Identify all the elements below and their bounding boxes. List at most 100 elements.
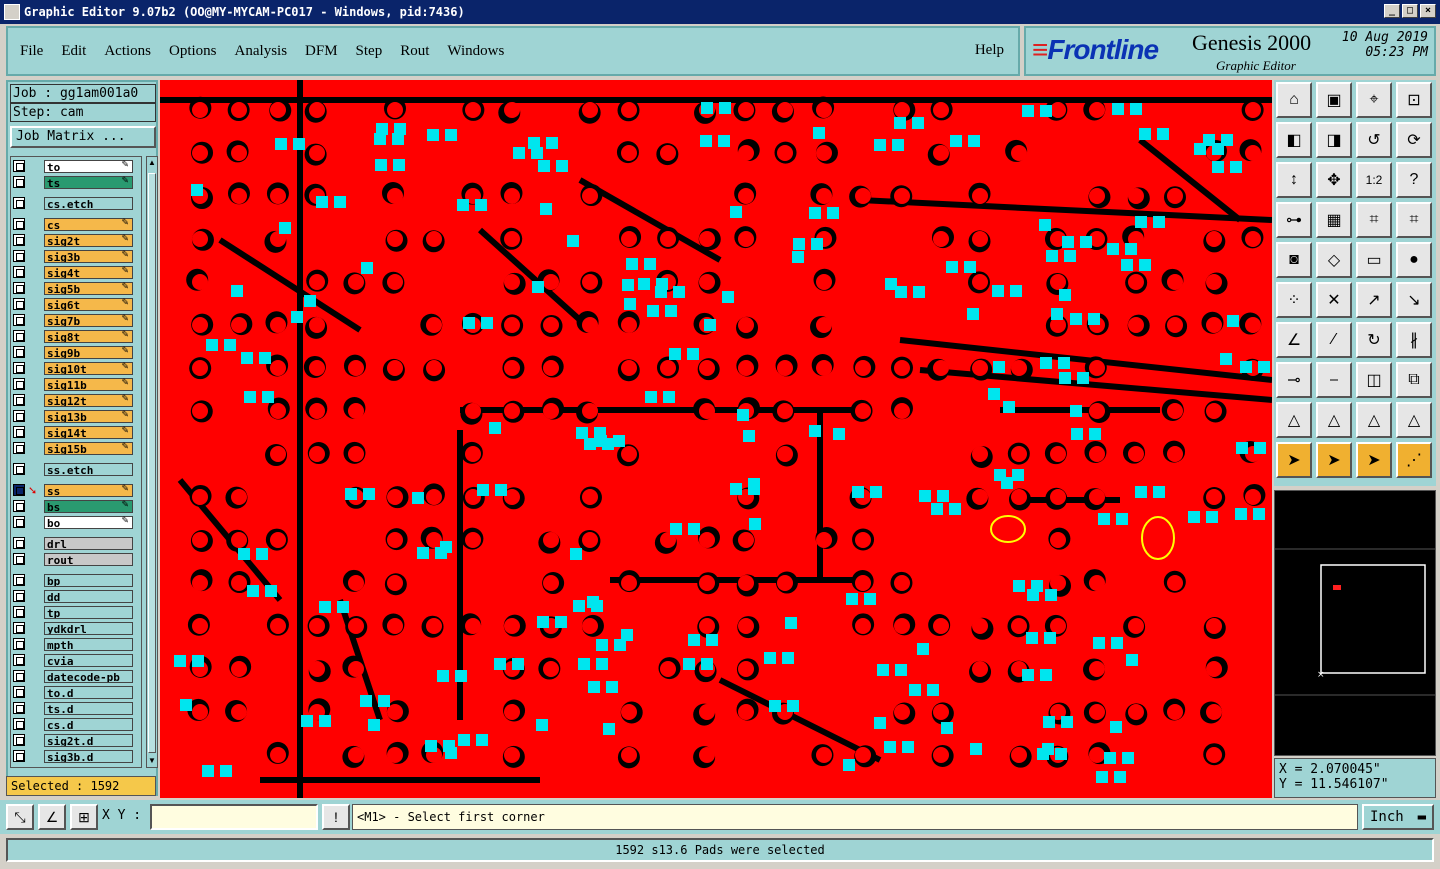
layer-row-sig3b.d[interactable]: sig3b.d: [13, 749, 133, 763]
select-window-icon[interactable]: ➤: [1316, 442, 1352, 478]
layer-name[interactable]: cs.d: [44, 717, 133, 731]
layer-name[interactable]: sig12t: [44, 393, 133, 407]
layer-name[interactable]: sig11b: [44, 377, 133, 391]
move-feature-icon[interactable]: ↘: [1396, 282, 1432, 318]
layer-checkbox[interactable]: [13, 176, 25, 188]
layer-name[interactable]: sig15b: [44, 441, 133, 455]
layer-name[interactable]: cvia: [44, 653, 133, 667]
add-feature-icon[interactable]: ↗: [1356, 282, 1392, 318]
scroll-down-icon[interactable]: ▼: [147, 755, 157, 767]
layer-checkbox[interactable]: [13, 250, 25, 262]
layer-checkbox[interactable]: [13, 160, 25, 172]
zoom-extents-icon[interactable]: ⊡: [1396, 82, 1432, 118]
layer-row-mpth[interactable]: mpth: [13, 637, 133, 651]
layer-name[interactable]: cs.etch: [44, 196, 133, 210]
break-icon[interactable]: ⊸: [1276, 362, 1312, 398]
layer-checkbox[interactable]: [13, 266, 25, 278]
layer-checkbox[interactable]: [13, 442, 25, 454]
layer-checkbox[interactable]: [13, 654, 25, 666]
zoom-home-icon[interactable]: ⌂: [1276, 82, 1312, 118]
layer-name[interactable]: datecode-pb: [44, 669, 133, 683]
layer-row-sig15b[interactable]: sig15b ✎: [13, 441, 133, 455]
layer-checkbox[interactable]: [13, 484, 25, 496]
menu-help[interactable]: Help: [975, 42, 1004, 59]
redraw-icon[interactable]: ⟳: [1396, 122, 1432, 158]
layer-checkbox[interactable]: [13, 590, 25, 602]
layer-row-ss.etch[interactable]: ss.etch: [13, 462, 133, 476]
layer-name[interactable]: sig8t: [44, 329, 133, 343]
select-lasso-icon[interactable]: ➤: [1356, 442, 1392, 478]
copy-icon[interactable]: ⧉: [1396, 362, 1432, 398]
layer-name[interactable]: sig7b: [44, 313, 133, 327]
layer-row-tp[interactable]: tp: [13, 605, 133, 619]
layer-row-sig11b[interactable]: sig11b ✎: [13, 377, 133, 391]
minimize-button[interactable]: _: [1384, 4, 1400, 18]
layer-row-ts.d[interactable]: ts.d: [13, 701, 133, 715]
layer-name[interactable]: bp: [44, 573, 133, 587]
layer-name[interactable]: mpth: [44, 637, 133, 651]
scroll-thumb[interactable]: [148, 173, 156, 753]
layer-row-sig7b[interactable]: sig7b ✎: [13, 313, 133, 327]
rotate-icon[interactable]: ↻: [1356, 322, 1392, 358]
menu-step[interactable]: Step: [356, 43, 383, 60]
help-icon[interactable]: ?: [1396, 162, 1432, 198]
layer-checkbox[interactable]: [13, 218, 25, 230]
layer-row-ss[interactable]: ➘ ss ✎: [13, 483, 133, 497]
net-icon[interactable]: ⁘: [1276, 282, 1312, 318]
layer-checkbox[interactable]: [13, 394, 25, 406]
scale-1-2-icon[interactable]: 1:2: [1356, 162, 1392, 198]
layer-name[interactable]: sig6t: [44, 297, 133, 311]
layer-name[interactable]: to.d: [44, 685, 133, 699]
layer-row-bs[interactable]: bs ✎: [13, 499, 133, 513]
pan-right-icon[interactable]: ◨: [1316, 122, 1352, 158]
layer-checkbox[interactable]: [13, 378, 25, 390]
layer-name[interactable]: sig3b.d: [44, 749, 133, 763]
snap-icon[interactable]: ✕: [1316, 282, 1352, 318]
layer-name[interactable]: ts: [44, 175, 133, 189]
layer-checkbox[interactable]: [13, 362, 25, 374]
layer-row-datecode-pb[interactable]: datecode-pb: [13, 669, 133, 683]
layer-name[interactable]: sig13b: [44, 409, 133, 423]
layer-name[interactable]: to: [44, 159, 133, 173]
menu-analysis[interactable]: Analysis: [235, 43, 288, 60]
layer-checkbox[interactable]: [13, 670, 25, 682]
layer-row-to[interactable]: to ✎: [13, 159, 133, 173]
layer-row-cs.etch[interactable]: cs.etch: [13, 196, 133, 210]
layer-checkbox[interactable]: [13, 500, 25, 512]
layer-row-rout[interactable]: rout: [13, 552, 133, 566]
layer-checkbox[interactable]: [13, 516, 25, 528]
layer-row-cvia[interactable]: cvia: [13, 653, 133, 667]
layer-checkbox[interactable]: [13, 553, 25, 565]
triangle-4-icon[interactable]: △: [1396, 402, 1432, 438]
layer-row-sig2t[interactable]: sig2t ✎: [13, 233, 133, 247]
layer-name[interactable]: cs: [44, 217, 133, 231]
arc-icon[interactable]: ⁄: [1316, 322, 1352, 358]
units-select[interactable]: Inch ▬: [1362, 804, 1434, 830]
layer-align-icon[interactable]: ⌗: [1356, 202, 1392, 238]
zoom-back-icon[interactable]: ↺: [1356, 122, 1392, 158]
layer-name[interactable]: bo: [44, 515, 133, 529]
layer-row-sig2t.d[interactable]: sig2t.d: [13, 733, 133, 747]
menu-file[interactable]: File: [20, 43, 43, 60]
polygon-icon[interactable]: ◇: [1316, 242, 1352, 278]
layer-checkbox[interactable]: [13, 622, 25, 634]
select-icon[interactable]: ➤: [1276, 442, 1312, 478]
measure-icon[interactable]: ⊶: [1276, 202, 1312, 238]
alert-icon[interactable]: !: [322, 804, 350, 830]
layer-name[interactable]: dd: [44, 589, 133, 603]
layer-row-bo[interactable]: bo ✎: [13, 515, 133, 529]
xy-input[interactable]: [150, 804, 318, 830]
graphic-canvas[interactable]: [160, 80, 1272, 798]
zoom-fit-icon[interactable]: ▣: [1316, 82, 1352, 118]
scroll-up-icon[interactable]: ▲: [147, 157, 157, 169]
layer-checkbox[interactable]: [13, 702, 25, 714]
snap-grid-icon[interactable]: ⤡: [6, 804, 34, 830]
layer-row-sig13b[interactable]: sig13b ✎: [13, 409, 133, 423]
fit-vertical-icon[interactable]: ↕: [1276, 162, 1312, 198]
layer-name[interactable]: drl: [44, 536, 133, 550]
close-button[interactable]: ×: [1420, 4, 1436, 18]
layer-checkbox[interactable]: [13, 330, 25, 342]
layer-row-sig12t[interactable]: sig12t ✎: [13, 393, 133, 407]
pad-icon[interactable]: ◙: [1276, 242, 1312, 278]
snap-angle-icon[interactable]: ∠: [38, 804, 66, 830]
